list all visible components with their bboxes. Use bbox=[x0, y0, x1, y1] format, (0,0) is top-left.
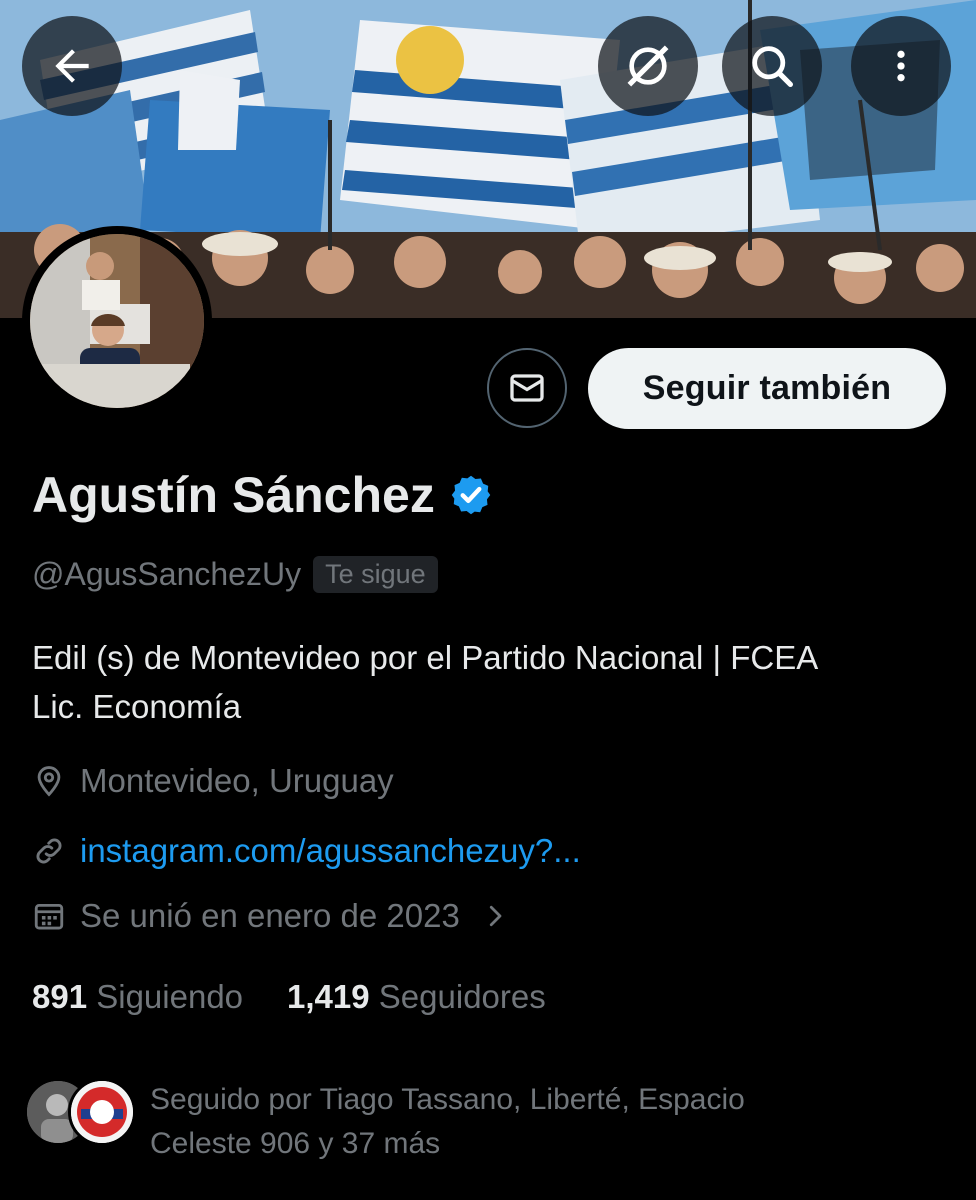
verified-badge-icon[interactable] bbox=[449, 473, 493, 517]
profile-bio: Edil (s) de Montevideo por el Partido Na… bbox=[32, 633, 952, 731]
mutual-avatars bbox=[24, 1078, 136, 1146]
followers-count: 1,419 bbox=[287, 978, 370, 1015]
handle-row: @AgusSanchezUy Te sigue bbox=[32, 556, 438, 593]
joined-date: Se unió en enero de 2023 bbox=[80, 897, 460, 934]
profile-handle: @AgusSanchezUy bbox=[32, 556, 302, 592]
link-icon bbox=[36, 838, 62, 864]
back-button[interactable] bbox=[22, 16, 122, 116]
profile-name: Agustín Sánchez bbox=[32, 467, 435, 523]
search-button[interactable] bbox=[722, 16, 822, 116]
following-label: Siguiendo bbox=[96, 978, 244, 1015]
grok-button[interactable] bbox=[598, 16, 698, 116]
arrow-left-icon bbox=[55, 49, 89, 83]
message-button[interactable] bbox=[487, 348, 567, 428]
website-link[interactable]: instagram.com/agussanchezuy?... bbox=[80, 832, 581, 870]
location-pin-icon bbox=[37, 766, 61, 797]
more-options-button[interactable] bbox=[851, 16, 951, 116]
envelope-icon bbox=[510, 374, 544, 402]
followers-label: Seguidores bbox=[378, 978, 546, 1015]
more-vertical-icon bbox=[897, 50, 905, 82]
profile-name-row: Agustín Sánchez bbox=[32, 466, 493, 524]
followed-by-line: Seguido por Tiago Tassano, Liberté, Espa… bbox=[150, 1083, 745, 1116]
grok-icon bbox=[627, 45, 669, 87]
avatar-photo bbox=[30, 234, 204, 408]
search-icon bbox=[752, 46, 794, 88]
mutual-avatar-logo bbox=[71, 1081, 133, 1143]
joined-row[interactable]: Se unió en enero de 2023 bbox=[32, 897, 510, 935]
followed-by-text: Seguido por Tiago Tassano, Liberté, Espa… bbox=[150, 1078, 910, 1166]
profile-avatar[interactable] bbox=[22, 226, 212, 416]
followed-by-line: Celeste 906 y 37 más bbox=[150, 1127, 441, 1160]
followers-stat[interactable]: 1,419 Seguidores bbox=[287, 978, 546, 1016]
follow-back-button[interactable]: Seguir también bbox=[588, 348, 946, 429]
location-row: Montevideo, Uruguay bbox=[32, 762, 394, 800]
mutual-avatar bbox=[68, 1078, 136, 1146]
location-text: Montevideo, Uruguay bbox=[80, 762, 394, 799]
following-count: 891 bbox=[32, 978, 88, 1015]
chevron-right-icon bbox=[489, 905, 502, 927]
bio-line: Lic. Economía bbox=[32, 688, 242, 725]
followers-you-know[interactable]: Seguido por Tiago Tassano, Liberté, Espa… bbox=[24, 1078, 910, 1166]
bio-line: Edil (s) de Montevideo por el Partido Na… bbox=[32, 639, 819, 676]
follows-you-badge: Te sigue bbox=[313, 556, 438, 593]
website-row[interactable]: instagram.com/agussanchezuy?... bbox=[32, 832, 581, 870]
calendar-icon bbox=[34, 903, 64, 930]
following-stat[interactable]: 891 Siguiendo bbox=[32, 978, 243, 1016]
follow-stats: 891 Siguiendo 1,419 Seguidores bbox=[32, 978, 546, 1016]
